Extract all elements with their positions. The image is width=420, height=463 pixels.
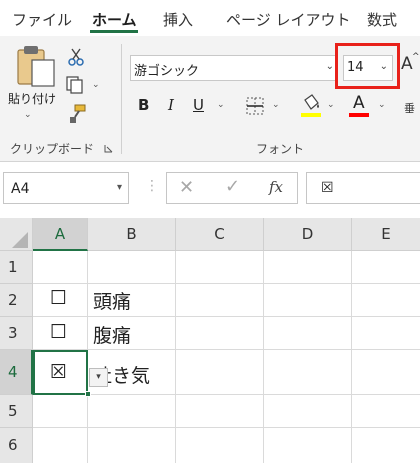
font-size-highlight	[335, 43, 400, 89]
gridline	[33, 349, 420, 350]
select-all-triangle-icon	[12, 232, 28, 248]
italic-button[interactable]: I	[168, 96, 174, 114]
column-header-d[interactable]: D	[264, 218, 352, 251]
row-header-6[interactable]: 6	[0, 428, 33, 463]
font-color-swatch	[349, 113, 369, 117]
row-header-4[interactable]: 4	[0, 350, 33, 395]
tab-formulas[interactable]: 数式	[367, 9, 397, 30]
grow-font-caret-icon: ^	[412, 52, 420, 62]
format-painter-icon[interactable]	[67, 104, 87, 124]
font-color-chevron-down-icon[interactable]: ⌄	[378, 100, 386, 110]
borders-icon[interactable]	[245, 96, 265, 116]
font-group-label: フォント	[256, 142, 305, 156]
column-header-a[interactable]: A	[33, 218, 88, 251]
active-cell-border	[33, 350, 88, 395]
name-box-value: A4	[11, 181, 30, 197]
borders-chevron-down-icon[interactable]: ⌄	[272, 100, 280, 110]
truncated-ribbon-label: 垂	[404, 102, 415, 115]
fill-color-chevron-down-icon[interactable]: ⌄	[327, 100, 335, 110]
tab-insert[interactable]: 挿入	[163, 9, 193, 30]
copy-chevron-down-icon[interactable]: ⌄	[92, 80, 100, 90]
row-header-1[interactable]: 1	[0, 251, 33, 284]
paste-label: 貼り付け	[8, 92, 57, 106]
bold-button[interactable]: B	[138, 96, 149, 114]
formula-bar-grip-icon: ⋮	[145, 178, 159, 194]
paste-icon	[17, 46, 55, 87]
gridline	[263, 251, 264, 463]
paste-button[interactable]	[6, 44, 62, 124]
gridline	[33, 283, 420, 284]
cell-a3[interactable]: ☐	[50, 321, 67, 343]
select-all-corner[interactable]	[0, 218, 33, 251]
font-color-button[interactable]: A	[349, 93, 371, 119]
active-tab-indicator	[90, 30, 138, 33]
dialog-launcher-icon[interactable]	[104, 144, 113, 153]
underline-chevron-down-icon[interactable]: ⌄	[217, 100, 225, 110]
formula-input[interactable]: ☒	[306, 172, 420, 204]
column-header-b[interactable]: B	[88, 218, 176, 251]
chevron-down-icon: ▾	[116, 182, 122, 193]
paste-chevron-down-icon[interactable]: ⌄	[24, 110, 32, 120]
cell-b3[interactable]: 腹痛	[93, 321, 131, 348]
cancel-entry-icon[interactable]: ✕	[179, 177, 194, 198]
underline-button[interactable]: U	[193, 96, 204, 114]
insert-function-icon[interactable]: fx	[269, 178, 283, 196]
font-name-dropdown[interactable]: 游ゴシック ⌄	[130, 55, 338, 81]
chevron-down-icon: ▾	[96, 372, 101, 382]
column-header-e[interactable]: E	[352, 218, 420, 251]
cell-a2[interactable]: ☐	[50, 287, 67, 309]
gridline	[33, 394, 420, 395]
gridline	[33, 316, 420, 317]
copy-icon[interactable]	[66, 76, 86, 94]
clipboard-group-label: クリップボード	[10, 142, 95, 156]
formula-content: ☒	[321, 180, 334, 196]
tab-file[interactable]: ファイル	[12, 9, 72, 30]
tab-home[interactable]: ホーム	[92, 9, 137, 30]
row-header-5[interactable]: 5	[0, 395, 33, 428]
formula-buttons: ✕ ✓ fx	[166, 172, 298, 204]
fill-color-icon[interactable]	[300, 94, 322, 118]
gridline	[351, 251, 352, 463]
ribbon-tab-bar: ファイル ホーム 挿入 ページ レイアウト 数式	[0, 0, 420, 36]
cut-icon[interactable]	[68, 48, 84, 66]
tab-page-layout[interactable]: ページ レイアウト	[226, 9, 350, 30]
name-box[interactable]: A4 ▾	[3, 172, 129, 204]
group-divider	[121, 44, 122, 154]
worksheet-grid: A B C D E 1 2 3 4 5 6 ☐ 頭痛 ☐ 腹痛 ☒ 吐き気 ▾	[0, 218, 420, 463]
list-dropdown-button[interactable]: ▾	[89, 368, 108, 387]
column-header-c[interactable]: C	[176, 218, 264, 251]
gridline	[175, 251, 176, 463]
confirm-entry-icon[interactable]: ✓	[225, 176, 240, 197]
row-header-3[interactable]: 3	[0, 317, 33, 350]
row-header-2[interactable]: 2	[0, 284, 33, 317]
chevron-down-icon: ⌄	[325, 61, 334, 72]
fill-handle[interactable]	[85, 391, 91, 397]
font-color-letter: A	[353, 93, 365, 113]
font-name-value: 游ゴシック	[134, 64, 200, 79]
gridline	[33, 427, 420, 428]
cell-b2[interactable]: 頭痛	[93, 287, 131, 314]
grow-font-button[interactable]: A	[401, 54, 413, 74]
